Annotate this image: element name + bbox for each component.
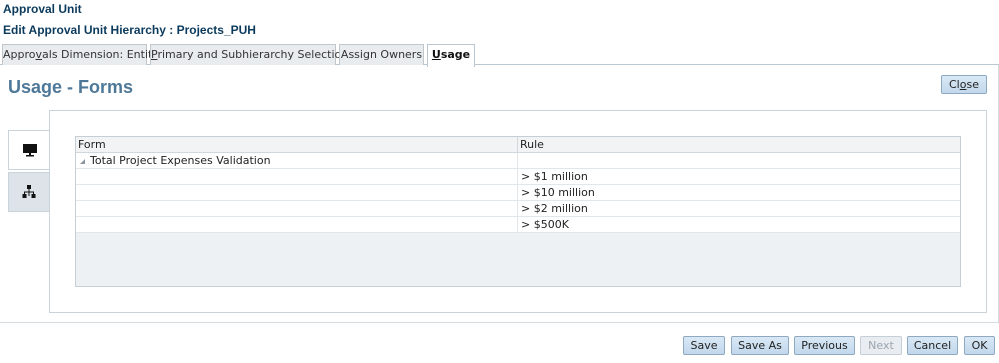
table-row[interactable]: Total Project Expenses Validation: [76, 153, 960, 169]
app-title: Approval Unit: [3, 2, 82, 16]
save-as-button[interactable]: Save As: [731, 336, 789, 355]
page-title: Usage - Forms: [8, 77, 134, 97]
rule-cell: > $2 million: [521, 202, 588, 215]
column-header-rule[interactable]: Rule: [518, 137, 960, 153]
rule-cell: > $500K: [521, 218, 569, 231]
close-button[interactable]: Close: [941, 75, 987, 94]
hierarchy-icon: [22, 185, 36, 198]
form-cell: [76, 169, 518, 185]
table-row[interactable]: > $1 million: [76, 169, 960, 185]
table-row[interactable]: > $10 million: [76, 185, 960, 201]
ok-button[interactable]: OK: [964, 336, 995, 355]
side-tab-hierarchy[interactable]: [8, 172, 50, 212]
usage-content: Usage - Forms Close Form Rule Total Proj…: [0, 65, 999, 323]
rule-cell: > $1 million: [521, 170, 588, 183]
tab-approvals-dimension[interactable]: Approvals Dimension: Entity: [2, 44, 159, 65]
column-header-form[interactable]: Form: [76, 137, 518, 153]
expand-triangle-icon[interactable]: [80, 159, 85, 164]
edit-hierarchy-title: Edit Approval Unit Hierarchy : Projects_…: [3, 23, 256, 37]
tab-bar: Approvals Dimension: Entity Primary and …: [0, 43, 999, 67]
form-cell: Total Project Expenses Validation: [76, 153, 518, 169]
rule-cell: [518, 153, 960, 169]
previous-button[interactable]: Previous: [794, 336, 855, 355]
cancel-button[interactable]: Cancel: [907, 336, 958, 355]
monitor-icon: [22, 144, 37, 157]
table-row[interactable]: > $500K: [76, 217, 960, 233]
side-tab-forms[interactable]: [8, 130, 50, 170]
save-button[interactable]: Save: [683, 336, 725, 355]
tab-primary-subhierarchy[interactable]: Primary and Subhierarchy Selection: [150, 44, 348, 65]
next-button[interactable]: Next: [860, 336, 902, 355]
grid-header: Form Rule: [76, 137, 960, 153]
tab-usage[interactable]: Usage: [427, 44, 475, 67]
tab-assign-owners[interactable]: Assign Owners: [339, 44, 424, 65]
form-cell: [76, 201, 518, 217]
usage-grid: Form Rule Total Project Expenses Validat…: [75, 136, 961, 287]
form-cell: [76, 217, 518, 233]
table-row[interactable]: > $2 million: [76, 201, 960, 217]
forms-panel: Form Rule Total Project Expenses Validat…: [49, 110, 987, 313]
form-cell: [76, 185, 518, 201]
rule-cell: > $10 million: [521, 186, 595, 199]
